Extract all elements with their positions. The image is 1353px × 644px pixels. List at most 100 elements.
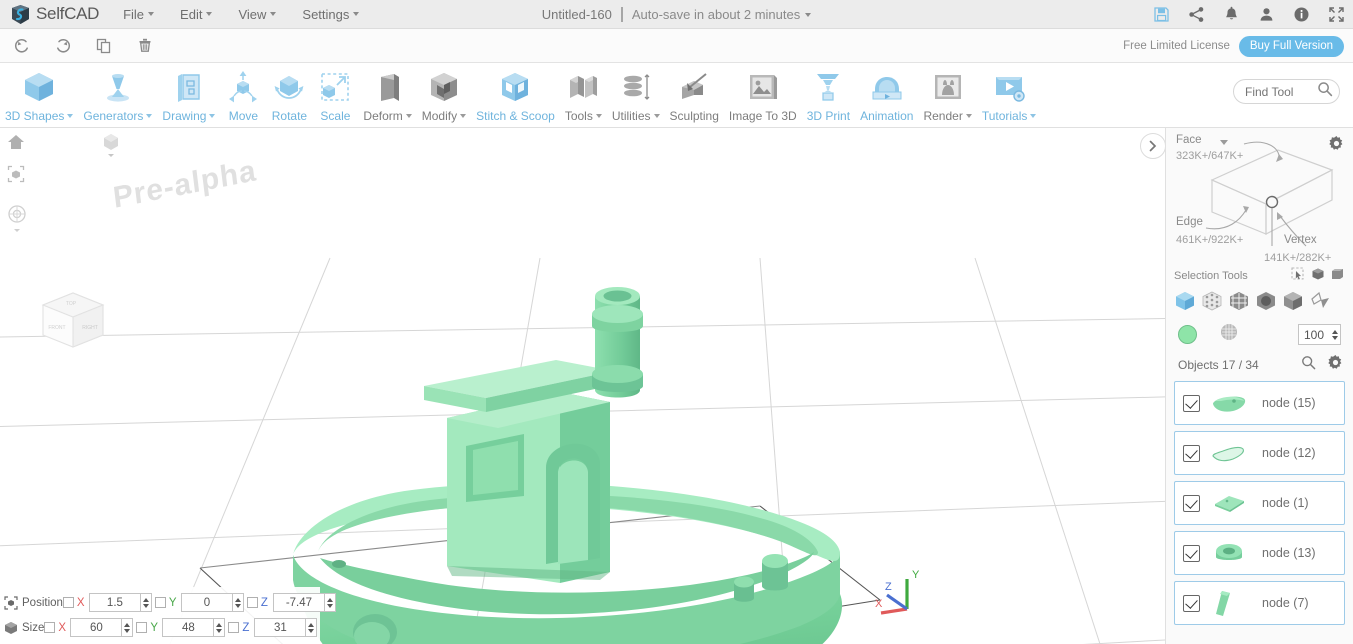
size-x-checkbox[interactable] <box>44 622 56 633</box>
search-input[interactable] <box>1234 84 1306 99</box>
object-node-list[interactable]: node (15) node (12) node (1) node (13) n… <box>1166 381 1353 639</box>
lasso-mode-icon[interactable] <box>1309 290 1331 312</box>
fullscreen-icon[interactable] <box>1327 6 1345 24</box>
opacity-input[interactable] <box>1299 327 1329 342</box>
object-mode-icon[interactable] <box>1174 290 1196 312</box>
boat-model[interactable] <box>0 128 1165 644</box>
list-item-node-12[interactable]: node (12) <box>1174 431 1345 475</box>
node-visibility-checkbox[interactable] <box>1183 494 1200 512</box>
app-logo[interactable]: SelfCAD <box>0 4 99 25</box>
position-y-checkbox[interactable] <box>154 597 166 608</box>
node-visibility-checkbox[interactable] <box>1183 394 1200 412</box>
menu-item-settings[interactable]: Settings <box>302 7 360 22</box>
document-title[interactable]: Untitled-160 <box>542 7 612 22</box>
search-icon[interactable] <box>1301 355 1316 375</box>
ribbon-item-render[interactable]: Render <box>918 63 976 127</box>
ribbon-item-sculpting[interactable]: Sculpting <box>665 63 724 127</box>
material-color-swatch[interactable] <box>1178 325 1197 344</box>
ribbon-item-rotate[interactable]: Rotate <box>266 63 312 127</box>
home-icon[interactable] <box>6 132 26 152</box>
search-icon[interactable] <box>1317 81 1333 102</box>
opacity-stepper[interactable] <box>1298 324 1341 345</box>
autosave-status[interactable]: Auto-save in about 2 minutes <box>632 7 812 22</box>
bell-icon[interactable] <box>1222 6 1240 24</box>
menu-item-file[interactable]: File <box>123 7 155 22</box>
undo-icon[interactable] <box>12 36 31 55</box>
position-x-checkbox[interactable] <box>62 597 74 608</box>
texture-icon[interactable] <box>1219 322 1239 347</box>
viewport-left-tools <box>6 132 26 184</box>
menu-item-edit[interactable]: Edit <box>180 7 213 22</box>
object-select-icon[interactable] <box>1311 267 1325 286</box>
info-icon[interactable] <box>1292 6 1310 24</box>
chevron-down-icon <box>1030 114 1037 118</box>
generator-icon <box>100 67 136 107</box>
list-item-node-15[interactable]: node (15) <box>1174 381 1345 425</box>
position-x-stepper[interactable] <box>140 593 152 612</box>
rect-select-icon[interactable] <box>1291 266 1305 286</box>
ribbon-item-3d-print[interactable]: 3D Print <box>802 63 855 127</box>
box-select-icon[interactable] <box>1331 267 1345 286</box>
size-z-stepper[interactable] <box>306 618 318 637</box>
save-icon[interactable] <box>1152 6 1170 24</box>
face-mode-chevron-down-icon[interactable] <box>1220 140 1228 145</box>
ribbon-item-tutorials[interactable]: Tutorials <box>977 63 1042 127</box>
edge-mode-icon[interactable] <box>1228 290 1250 312</box>
ribbon-item-stitch-scoop[interactable]: Stitch & Scoop <box>471 63 560 127</box>
position-y-stepper[interactable] <box>232 593 244 612</box>
camera-nav-icon[interactable] <box>100 132 122 163</box>
list-item-node-1[interactable]: node (1) <box>1174 481 1345 525</box>
find-tool-search[interactable] <box>1233 79 1340 104</box>
fit-to-view-icon[interactable] <box>6 164 26 184</box>
ribbon-item-deform[interactable]: Deform <box>358 63 416 127</box>
ribbon-label: Stitch & Scoop <box>476 109 555 123</box>
polygon-mode-icon[interactable] <box>1282 290 1304 312</box>
list-item-node-7[interactable]: node (7) <box>1174 581 1345 625</box>
node-visibility-checkbox[interactable] <box>1183 594 1200 612</box>
position-y-input[interactable] <box>180 593 233 612</box>
menu-item-view[interactable]: View <box>238 7 277 22</box>
3d-viewport[interactable]: Pre-alpha TOP FRONT RIGHT Y X Z Position… <box>0 128 1165 644</box>
redo-icon[interactable] <box>53 36 72 55</box>
size-x-input[interactable] <box>70 618 123 637</box>
size-y-group <box>162 618 226 637</box>
chevron-down-icon <box>595 114 602 118</box>
size-y-checkbox[interactable] <box>136 622 148 633</box>
node-visibility-checkbox[interactable] <box>1183 544 1200 562</box>
collapse-right-panel-button[interactable] <box>1140 133 1165 159</box>
delete-icon[interactable] <box>135 36 154 55</box>
size-z-checkbox[interactable] <box>228 622 240 633</box>
buy-full-version-button[interactable]: Buy Full Version <box>1238 35 1344 57</box>
list-item-node-13[interactable]: node (13) <box>1174 531 1345 575</box>
gear-icon[interactable] <box>1328 355 1343 375</box>
position-x-input[interactable] <box>88 593 141 612</box>
node-visibility-checkbox[interactable] <box>1183 444 1200 462</box>
size-z-input[interactable] <box>254 618 307 637</box>
ribbon-item-generators[interactable]: Generators <box>78 63 157 127</box>
ribbon-item-modify[interactable]: Modify <box>417 63 471 127</box>
copy-icon[interactable] <box>94 36 113 55</box>
position-z-checkbox[interactable] <box>246 597 258 608</box>
ribbon-item-move[interactable]: Move <box>220 63 266 127</box>
orbit-gizmo-icon[interactable] <box>6 204 28 239</box>
ribbon-item-3d-shapes[interactable]: 3D Shapes <box>0 63 78 127</box>
size-x-stepper[interactable] <box>122 618 134 637</box>
ribbon-item-drawing[interactable]: Drawing <box>157 63 220 127</box>
ribbon-item-animation[interactable]: Animation <box>855 63 918 127</box>
ribbon-item-image-to-3d[interactable]: Image To 3D <box>724 63 802 127</box>
opacity-stepper-arrows[interactable] <box>1329 325 1340 344</box>
vertex-mode-icon[interactable] <box>1201 290 1223 312</box>
ribbon-item-utilities[interactable]: Utilities <box>607 63 665 127</box>
size-y-stepper[interactable] <box>214 618 226 637</box>
ribbon-item-scale[interactable]: Scale <box>312 63 358 127</box>
selection-mini-tools <box>1291 266 1345 286</box>
face-mode-icon[interactable] <box>1255 290 1277 312</box>
ribbon-item-tools[interactable]: Tools <box>560 63 607 127</box>
position-z-stepper[interactable] <box>324 593 336 612</box>
share-icon[interactable] <box>1187 6 1205 24</box>
animation-icon <box>869 67 905 107</box>
user-icon[interactable] <box>1257 6 1275 24</box>
position-z-input[interactable] <box>272 593 325 612</box>
view-cube[interactable]: TOP FRONT RIGHT <box>33 283 113 364</box>
size-y-input[interactable] <box>162 618 215 637</box>
